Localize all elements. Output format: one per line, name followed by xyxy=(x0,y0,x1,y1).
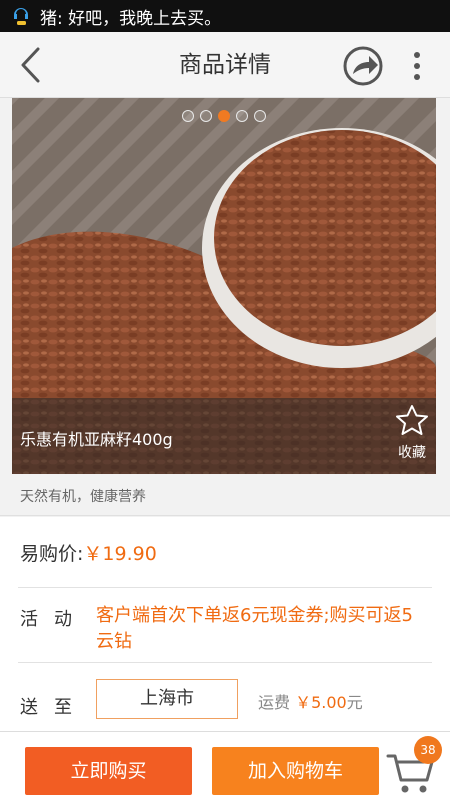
shipping-prefix: 运费 xyxy=(258,693,291,712)
cart-count-badge: 38 xyxy=(414,736,442,764)
buy-now-button[interactable]: 立即购买 xyxy=(25,747,192,795)
share-button[interactable] xyxy=(341,44,385,88)
star-icon xyxy=(396,405,428,435)
add-to-cart-button[interactable]: 加入购物车 xyxy=(212,747,379,795)
product-details-panel: 易购价:￥19.90 活动 客户端首次下单返6元现金券;购买可返5云钻 送至 上… xyxy=(0,517,450,731)
favorite-button[interactable]: 收藏 xyxy=(394,404,430,464)
activity-label: 活动 xyxy=(20,609,88,630)
product-subtitle: 天然有机，健康营养 xyxy=(0,478,450,516)
pagination-dot[interactable] xyxy=(236,110,248,122)
image-pagination-dots xyxy=(12,110,436,122)
pagination-dot[interactable] xyxy=(182,110,194,122)
divider xyxy=(18,662,432,663)
ship-to-label: 送至 xyxy=(20,697,88,718)
chat-notification-icon xyxy=(10,5,32,27)
divider xyxy=(18,587,432,588)
favorite-label: 收藏 xyxy=(398,445,426,461)
product-name: 乐惠有机亚麻籽400g xyxy=(20,430,173,449)
top-navigation-bar: 商品详情 xyxy=(0,32,450,98)
price-value: ￥19.90 xyxy=(83,543,157,565)
pagination-dot[interactable] xyxy=(200,110,212,122)
promotion-text[interactable]: 客户端首次下单返6元现金券;购买可返5云钻 xyxy=(96,603,416,655)
shipping-fee: 运费 ￥5.00元 xyxy=(258,689,363,713)
more-vertical-icon xyxy=(414,52,420,59)
product-image-gallery[interactable]: 乐惠有机亚麻籽400g 收藏 xyxy=(12,98,436,474)
more-options-button[interactable] xyxy=(404,46,430,86)
price-row: 易购价:￥19.90 xyxy=(20,539,157,566)
price-label: 易购价: xyxy=(20,543,84,565)
status-bar: 猪: 好吧，我晚上去买。 xyxy=(0,0,450,32)
notification-text: 猪: 好吧，我晚上去买。 xyxy=(40,8,222,29)
shipping-unit: 元 xyxy=(346,693,363,712)
share-icon xyxy=(343,46,383,86)
bottom-action-bar: 立即购买 加入购物车 xyxy=(0,731,450,800)
pagination-dot[interactable] xyxy=(254,110,266,122)
pagination-dot-active[interactable] xyxy=(218,110,230,122)
product-caption-overlay: 乐惠有机亚麻籽400g 收藏 xyxy=(12,398,436,474)
shipping-fee-value: ￥5.00 xyxy=(295,693,347,712)
city-selector[interactable]: 上海市 xyxy=(96,679,238,719)
